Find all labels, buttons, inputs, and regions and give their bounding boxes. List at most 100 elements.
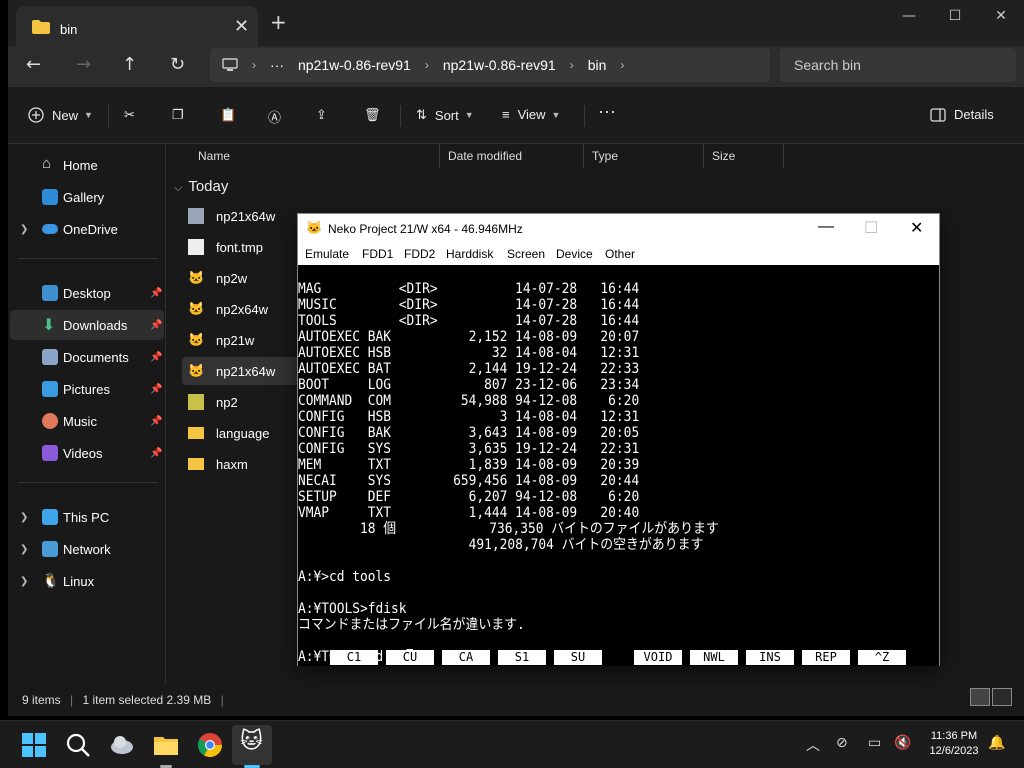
widgets-icon[interactable]	[108, 731, 136, 759]
tiles-view-button[interactable]	[992, 688, 1012, 706]
maximize-button[interactable]: ☐	[864, 218, 878, 238]
chevron-right-icon[interactable]: ❯	[20, 224, 28, 235]
pin-icon[interactable]: 📌	[150, 352, 162, 363]
sidebar-item-videos[interactable]: Videos 📌	[10, 438, 164, 468]
fkey-7[interactable]: NWL	[690, 650, 738, 665]
start-button[interactable]	[20, 731, 48, 759]
neko-project-icon[interactable]: 🐱	[240, 729, 268, 757]
sidebar-item-music[interactable]: Music 📌	[10, 406, 164, 436]
emulator-screen[interactable]: MAG <DIR> 14-07-28 16:44 MUSIC <DIR> 14-0…	[298, 265, 939, 666]
close-tab-icon[interactable]: ✕	[234, 16, 249, 37]
pin-icon[interactable]: 📌	[150, 416, 162, 427]
menu-other[interactable]: Other	[605, 247, 635, 261]
sidebar-item-pictures[interactable]: Pictures 📌	[10, 374, 164, 404]
chevron-up-icon[interactable]: ︿	[806, 735, 820, 755]
fkey-9[interactable]: REP	[802, 650, 850, 665]
view-button[interactable]: ≡ View ▼	[502, 107, 560, 122]
menu-device[interactable]: Device	[556, 247, 593, 261]
pin-icon[interactable]: 📌	[150, 384, 162, 395]
column-header-size[interactable]: Size	[704, 144, 784, 168]
delete-icon[interactable]: 🗑	[364, 107, 381, 123]
fkey-6[interactable]: VOID	[634, 650, 682, 665]
up-icon[interactable]: ↑	[122, 54, 137, 75]
breadcrumb-item[interactable]: bin	[588, 57, 607, 73]
details-view-button[interactable]	[970, 688, 990, 706]
network-offline-icon[interactable]: ⊘	[836, 735, 848, 751]
column-header-name[interactable]: Name	[190, 144, 440, 168]
minimize-button[interactable]: —	[886, 0, 932, 32]
pin-icon[interactable]: 📌	[150, 288, 162, 299]
fkey-5[interactable]: SU	[554, 650, 602, 665]
sidebar-item-network[interactable]: ❯ Network	[10, 534, 164, 564]
chevron-right-icon[interactable]: ›	[620, 58, 624, 72]
sidebar-item-gallery[interactable]: Gallery	[10, 182, 164, 212]
minimize-button[interactable]: —	[818, 218, 834, 236]
column-header-type[interactable]: Type	[584, 144, 704, 168]
column-header-date[interactable]: Date modified	[440, 144, 584, 168]
back-icon[interactable]: ←	[26, 54, 41, 75]
list-item[interactable]: np2	[182, 388, 312, 416]
fkey-8[interactable]: INS	[746, 650, 794, 665]
cut-icon[interactable]: ✂	[124, 107, 135, 123]
clock[interactable]: 11:36 PM 12/6/2023	[922, 729, 986, 759]
breadcrumb-item[interactable]: np21w-0.86-rev91	[443, 57, 556, 73]
fkey-10[interactable]: ^Z	[858, 650, 906, 665]
menu-emulate[interactable]: Emulate	[305, 247, 349, 261]
list-item[interactable]: np21x64w	[182, 202, 312, 230]
close-button[interactable]: ✕	[978, 0, 1024, 32]
menu-fdd1[interactable]: FDD1	[362, 247, 393, 261]
sidebar-item-downloads[interactable]: ⬇ Downloads 📌	[10, 310, 164, 340]
new-tab-button[interactable]: +	[270, 10, 287, 34]
list-item[interactable]: font.tmp	[182, 233, 312, 261]
fkey-2[interactable]: CU	[386, 650, 434, 665]
list-item[interactable]: 🐱 np21x64w	[182, 357, 312, 385]
refresh-icon[interactable]: ↻	[170, 54, 185, 75]
list-item[interactable]: haxm	[182, 450, 312, 478]
search-icon[interactable]	[64, 731, 92, 759]
breadcrumb-item[interactable]: np21w-0.86-rev91	[298, 57, 411, 73]
list-item[interactable]: 🐱 np2x64w	[182, 295, 312, 323]
more-locations[interactable]: ···	[270, 57, 284, 73]
sidebar-item-this-pc[interactable]: ❯ This PC	[10, 502, 164, 532]
chevron-right-icon[interactable]: ❯	[20, 512, 28, 523]
sidebar-item-linux[interactable]: ❯ 🐧 Linux	[10, 566, 164, 596]
fkey-4[interactable]: S1	[498, 650, 546, 665]
fkey-3[interactable]: CA	[442, 650, 490, 665]
sidebar-item-documents[interactable]: Documents 📌	[10, 342, 164, 372]
group-header[interactable]: ⌵ Today	[174, 178, 228, 195]
share-icon[interactable]: ⇪	[316, 107, 327, 123]
list-item[interactable]: language	[182, 419, 312, 447]
sidebar-item-home[interactable]: ⌂ Home	[10, 150, 164, 180]
pin-icon[interactable]: 📌	[150, 448, 162, 459]
sidebar-item-desktop[interactable]: Desktop 📌	[10, 278, 164, 308]
volume-muted-icon[interactable]: 🔇	[894, 735, 911, 751]
maximize-button[interactable]: ☐	[932, 0, 978, 32]
rename-icon[interactable]: Ⓐ	[268, 107, 281, 126]
file-explorer-icon[interactable]	[152, 731, 180, 759]
close-button[interactable]: ✕	[910, 218, 923, 238]
chevron-right-icon[interactable]: ❯	[20, 576, 28, 587]
chrome-icon[interactable]	[196, 731, 224, 759]
chevron-right-icon[interactable]: ❯	[20, 544, 28, 555]
new-button[interactable]: New ▼	[28, 107, 93, 123]
fkey-1[interactable]: C1	[330, 650, 378, 665]
pin-icon[interactable]: 📌	[150, 320, 162, 331]
search-input[interactable]: Search bin	[780, 48, 1016, 82]
chevron-right-icon[interactable]: ›	[570, 58, 574, 72]
tab-bin[interactable]: bin ✕	[16, 6, 258, 46]
more-options-icon[interactable]: ···	[598, 101, 616, 122]
chevron-right-icon[interactable]: ›	[425, 58, 429, 72]
forward-icon[interactable]: →	[76, 54, 91, 75]
menu-screen[interactable]: Screen	[507, 247, 545, 261]
list-item[interactable]: 🐱 np21w	[182, 326, 312, 354]
copy-icon[interactable]: ❐	[172, 107, 184, 123]
address-bar[interactable]: › ··· np21w-0.86-rev91 › np21w-0.86-rev9…	[210, 48, 770, 82]
notification-bell-icon[interactable]: 🔔	[988, 735, 1005, 751]
sidebar-item-onedrive[interactable]: ❯ OneDrive	[10, 214, 164, 244]
list-item[interactable]: 🐱 np2w	[182, 264, 312, 292]
sort-button[interactable]: ⇅ Sort ▼	[416, 107, 474, 123]
details-button[interactable]: Details	[930, 107, 994, 122]
chevron-right-icon[interactable]: ›	[252, 58, 256, 72]
display-icon[interactable]: ▭	[868, 735, 881, 751]
menu-fdd2[interactable]: FDD2	[404, 247, 435, 261]
